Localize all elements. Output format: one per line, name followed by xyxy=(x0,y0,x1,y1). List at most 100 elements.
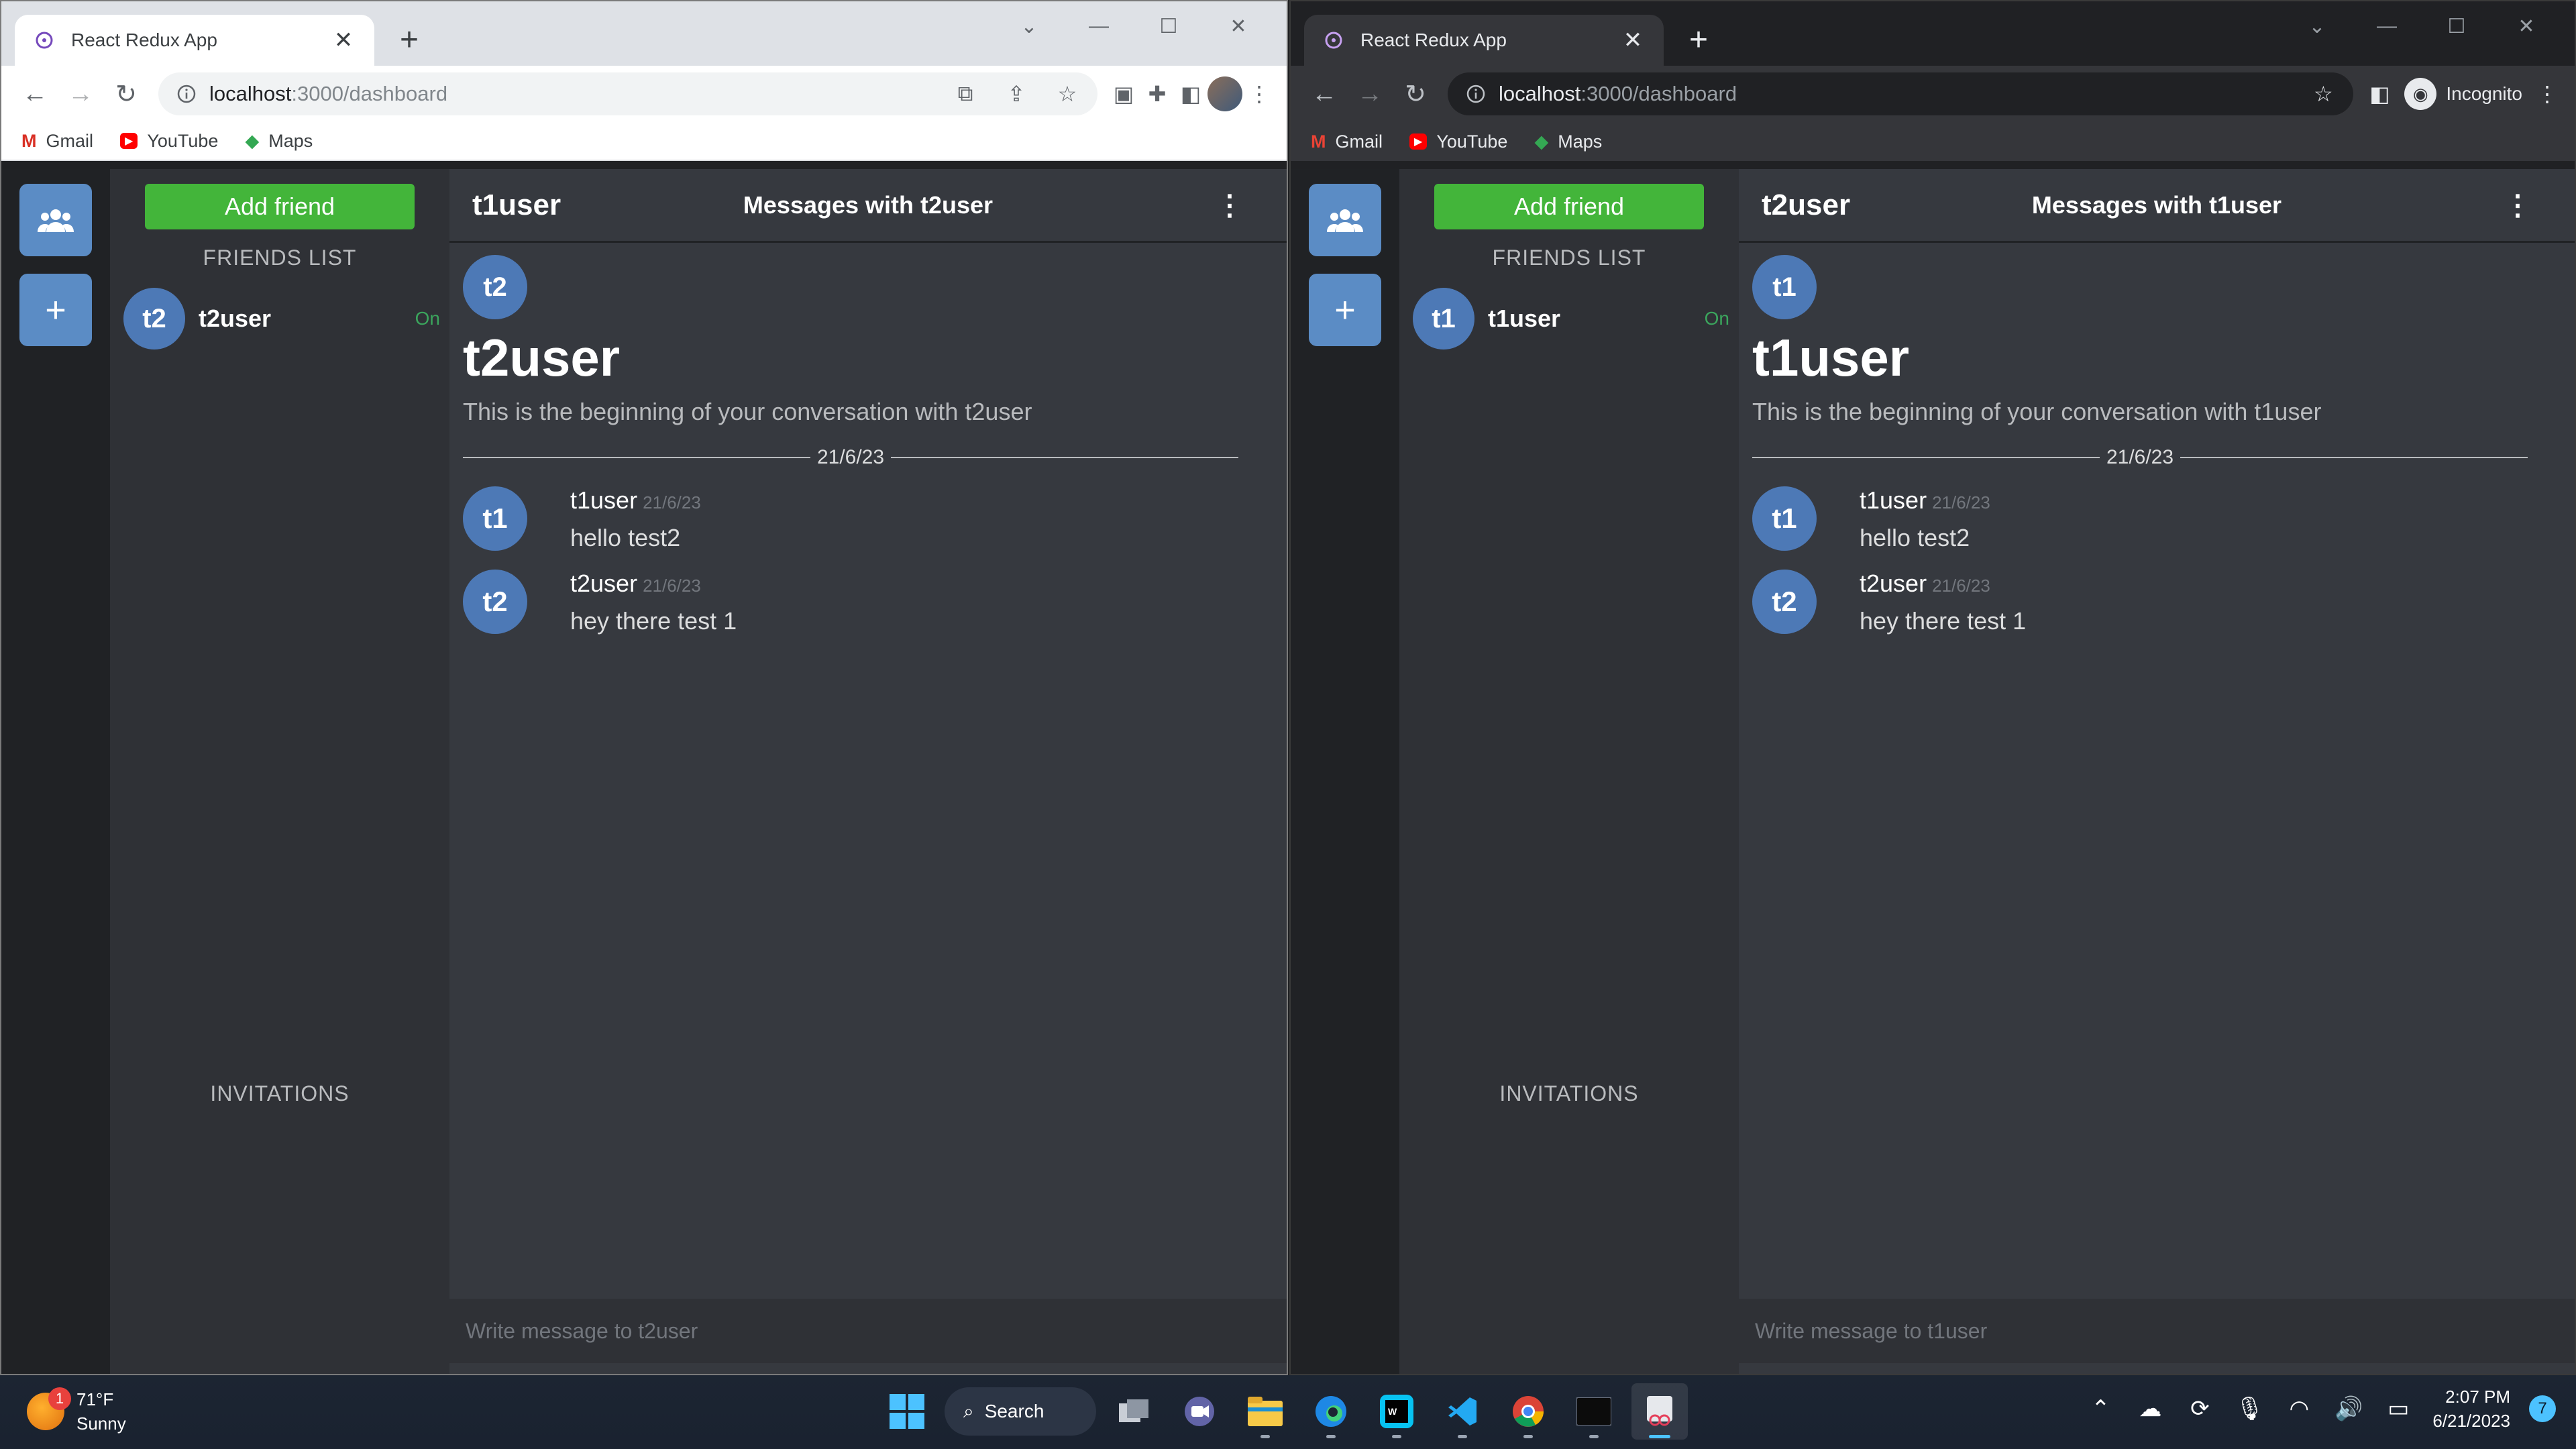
extension-icon[interactable]: ▣ xyxy=(1107,77,1140,111)
friend-list-item[interactable]: t2 t2user On xyxy=(110,288,449,350)
forward-icon[interactable]: → xyxy=(1347,71,1393,117)
message-input[interactable] xyxy=(466,1318,1271,1344)
bookmark-gmail[interactable]: M Gmail xyxy=(21,131,93,152)
messages-area: t2 t2user This is the beginning of your … xyxy=(449,243,1287,1299)
edge-browser-icon[interactable] xyxy=(1303,1383,1359,1440)
tab-close-icon[interactable]: ✕ xyxy=(330,27,357,54)
open-in-app-icon[interactable]: ⧉ xyxy=(949,77,982,111)
wifi-icon[interactable]: ◠ xyxy=(2284,1395,2314,1422)
chrome-icon[interactable] xyxy=(1500,1383,1556,1440)
add-icon[interactable]: + xyxy=(19,274,92,346)
back-icon[interactable]: ← xyxy=(1301,71,1347,117)
side-panel-icon[interactable]: ◧ xyxy=(2363,77,2396,111)
friend-list-item[interactable]: t1 t1user On xyxy=(1399,288,1739,350)
youtube-icon: ▶ xyxy=(1409,133,1428,150)
back-icon[interactable]: ← xyxy=(12,71,58,117)
close-window-icon[interactable]: ✕ xyxy=(1203,9,1273,43)
message-author: t2user xyxy=(1860,570,1927,597)
notification-count-badge[interactable]: 7 xyxy=(2529,1395,2556,1422)
menu-kebab-icon[interactable]: ⋮ xyxy=(2530,77,2564,111)
bookmark-gmail[interactable]: M Gmail xyxy=(1311,131,1383,152)
window-controls: ⌄ — ☐ ✕ xyxy=(2282,9,2561,43)
terminal-icon[interactable] xyxy=(1566,1383,1622,1440)
chat-header: t1user Messages with t2user ⋮ xyxy=(449,169,1287,243)
add-friend-button[interactable]: Add friend xyxy=(1434,184,1704,229)
bookmark-maps[interactable]: ◆ Maps xyxy=(245,131,313,152)
bookmark-maps[interactable]: ◆ Maps xyxy=(1534,131,1602,152)
tab-search-chevron-icon[interactable]: ⌄ xyxy=(2282,9,2352,43)
webstorm-icon[interactable]: W xyxy=(1368,1383,1425,1440)
new-tab-icon[interactable]: + xyxy=(1680,21,1717,59)
profile-avatar[interactable] xyxy=(1208,76,1242,111)
youtube-icon: ▶ xyxy=(120,133,138,149)
tab-title: React Redux App xyxy=(1360,30,1507,50)
chat-panel: t2user Messages with t1user ⋮ t1 t1user … xyxy=(1739,169,2575,1374)
friends-sidebar: Add friend FRIENDS LIST t2 t2user On INV… xyxy=(110,169,449,1374)
onedrive-error-icon[interactable]: ☁ xyxy=(2135,1395,2165,1422)
volume-icon[interactable]: 🔊 xyxy=(2333,1395,2364,1422)
friends-group-icon[interactable] xyxy=(19,184,92,256)
maximize-icon[interactable]: ☐ xyxy=(2422,9,2491,43)
avatar: t2 xyxy=(463,255,527,319)
message-composer xyxy=(449,1299,1287,1363)
browser-tab[interactable]: React Redux App ✕ xyxy=(1304,15,1664,66)
sun-icon: 1 xyxy=(27,1387,71,1430)
sync-icon[interactable]: ⟳ xyxy=(2184,1395,2215,1422)
add-friend-button[interactable]: Add friend xyxy=(145,184,415,229)
reload-icon[interactable]: ↻ xyxy=(1393,71,1438,117)
weather-widget[interactable]: 1 71°F Sunny xyxy=(27,1387,126,1436)
chat-app: + Add friend FRIENDS LIST t1 t1user On I… xyxy=(1291,169,2575,1374)
reload-icon[interactable]: ↻ xyxy=(103,71,149,117)
clock[interactable]: 2:07 PM 6/21/2023 xyxy=(2432,1385,2510,1433)
start-windows-icon[interactable] xyxy=(879,1383,935,1440)
maps-icon: ◆ xyxy=(245,130,260,151)
add-icon[interactable]: + xyxy=(1309,274,1381,346)
bookmark-star-icon[interactable]: ☆ xyxy=(2306,77,2340,111)
browser-tab[interactable]: React Redux App ✕ xyxy=(15,15,374,66)
address-bar[interactable]: localhost:3000/dashboard ⧉ ⇪ ☆ xyxy=(158,72,1097,115)
microphone-icon[interactable]: 🎙 xyxy=(2234,1395,2265,1422)
task-view-icon[interactable] xyxy=(1106,1383,1162,1440)
bookmark-youtube[interactable]: ▶ YouTube xyxy=(1409,131,1507,152)
friends-list-title: FRIENDS LIST xyxy=(203,246,357,270)
message-date: 21/6/23 xyxy=(643,492,701,513)
file-explorer-icon[interactable] xyxy=(1237,1383,1293,1440)
share-icon[interactable]: ⇪ xyxy=(1000,77,1033,111)
vscode-icon[interactable] xyxy=(1434,1383,1491,1440)
address-bar[interactable]: localhost:3000/dashboard ☆ xyxy=(1448,72,2354,115)
side-panel-icon[interactable]: ◧ xyxy=(1174,77,1208,111)
site-info-icon[interactable] xyxy=(1461,84,1491,104)
close-window-icon[interactable]: ✕ xyxy=(2491,9,2561,43)
bookmark-youtube[interactable]: ▶ YouTube xyxy=(120,131,218,152)
tab-search-chevron-icon[interactable]: ⌄ xyxy=(994,9,1064,43)
chat-options-icon[interactable]: ⋮ xyxy=(2504,189,2532,221)
weather-badge: 1 xyxy=(48,1387,71,1410)
incognito-indicator[interactable]: ◉ Incognito xyxy=(2404,78,2522,110)
message-input[interactable] xyxy=(1755,1318,2559,1344)
minimize-icon[interactable]: — xyxy=(2352,9,2422,43)
maximize-icon[interactable]: ☐ xyxy=(1134,9,1203,43)
search-icon: ⌕ xyxy=(963,1400,974,1421)
teams-chat-icon[interactable] xyxy=(1171,1383,1228,1440)
site-info-icon[interactable] xyxy=(172,84,201,104)
chat-options-icon[interactable]: ⋮ xyxy=(1216,189,1244,221)
battery-icon[interactable]: ▭ xyxy=(2383,1395,2414,1422)
snipping-tool-icon[interactable] xyxy=(1631,1383,1688,1440)
chat-panel: t1user Messages with t2user ⋮ t2 t2user … xyxy=(449,169,1287,1374)
extensions-puzzle-icon[interactable]: ✚ xyxy=(1140,77,1174,111)
url-host: localhost xyxy=(209,82,292,105)
menu-kebab-icon[interactable]: ⋮ xyxy=(1242,77,1276,111)
online-indicator: On xyxy=(1704,308,1729,329)
bookmark-star-icon[interactable]: ☆ xyxy=(1051,77,1084,111)
chevron-up-icon[interactable]: ⌃ xyxy=(2085,1395,2116,1422)
minimize-icon[interactable]: — xyxy=(1064,9,1134,43)
message-text: hello test2 xyxy=(1860,524,1970,551)
tab-close-icon[interactable]: ✕ xyxy=(1619,27,1646,54)
avatar: t2 xyxy=(123,288,185,350)
message-text: hello test2 xyxy=(570,524,681,551)
new-tab-icon[interactable]: + xyxy=(390,21,428,59)
friends-list-title: FRIENDS LIST xyxy=(1492,246,1646,270)
taskbar-search-button[interactable]: ⌕ Search xyxy=(945,1387,1096,1436)
forward-icon[interactable]: → xyxy=(58,71,103,117)
friends-group-icon[interactable] xyxy=(1309,184,1381,256)
